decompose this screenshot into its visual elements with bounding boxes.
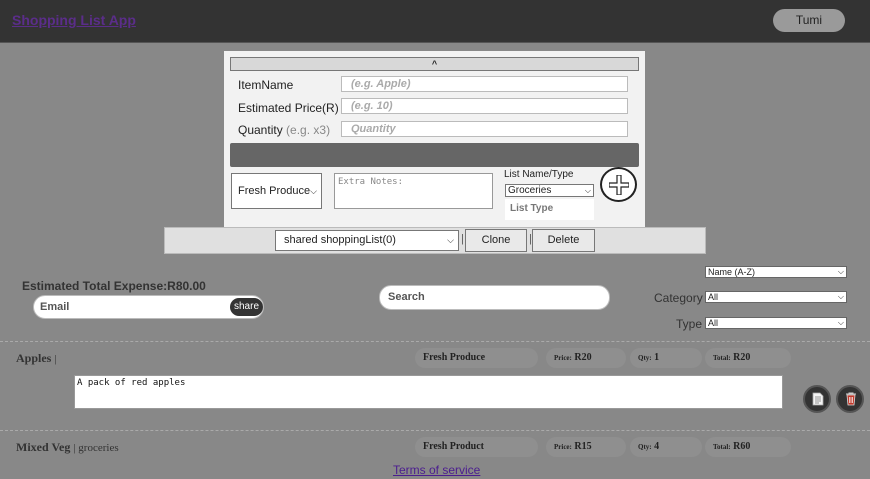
- total-expense-label: Estimated Total Expense:: [22, 279, 168, 293]
- quantity-input[interactable]: Quantity: [341, 121, 628, 137]
- list-toolbar: shared shoppingList(0) ⌵ | Clone | Delet…: [164, 227, 706, 254]
- note-icon: [812, 392, 824, 406]
- item-qty: Qty: 1: [630, 348, 702, 368]
- qty-value: 1: [654, 352, 660, 363]
- search-input[interactable]: Search: [379, 285, 610, 310]
- price-label: Price:: [554, 354, 572, 362]
- category-filter-label: Category: [654, 291, 703, 305]
- chevron-down-icon: ⌵: [837, 292, 844, 301]
- list-type-input[interactable]: List Type: [505, 199, 594, 220]
- sort-select[interactable]: Name (A-Z) ⌵: [705, 266, 847, 278]
- item-list-type: |: [54, 353, 57, 365]
- list-name-label: List Name/Type: [504, 169, 574, 180]
- app-header: Shopping List App Tumi: [0, 0, 870, 43]
- item-name[interactable]: Mixed Veg | groceries: [16, 440, 119, 455]
- list-type-select[interactable]: Groceries ⌵: [505, 184, 594, 197]
- total-label: Total:: [713, 443, 731, 451]
- type-filter-select[interactable]: All ⌵: [705, 317, 847, 329]
- collapse-button[interactable]: ^: [230, 57, 639, 71]
- price-value: R15: [574, 441, 592, 452]
- price-label: Estimated Price(R): [238, 101, 339, 115]
- quantity-hint: (e.g. x3): [286, 123, 331, 137]
- divider: [0, 430, 870, 431]
- share-button[interactable]: share: [230, 298, 263, 316]
- total-value: R20: [733, 352, 751, 363]
- price-label: Price:: [554, 443, 572, 451]
- chevron-down-icon: ⌵: [837, 267, 844, 276]
- add-item-button[interactable]: [600, 167, 637, 202]
- category-filter-value: All: [708, 292, 719, 302]
- item-list-type: | groceries: [73, 442, 119, 454]
- qty-label: Qty:: [638, 354, 652, 362]
- qty-label: Qty:: [638, 443, 652, 451]
- chevron-down-icon: ⌵: [837, 318, 844, 327]
- total-label: Total:: [713, 354, 731, 362]
- item-notes[interactable]: A pack of red apples: [74, 375, 783, 409]
- shared-list-select-value: shared shoppingList(0): [284, 234, 396, 246]
- submit-bar[interactable]: [230, 143, 639, 167]
- app-title-link[interactable]: Shopping List App: [12, 12, 136, 28]
- separator: |: [461, 233, 464, 245]
- category-select-value: Fresh Produce: [238, 185, 311, 197]
- type-filter-value: All: [708, 318, 719, 328]
- item-category: Fresh Product: [415, 437, 538, 457]
- item-name-label: ItemName: [238, 78, 294, 92]
- list-type-select-value: Groceries: [508, 185, 552, 196]
- price-value: R20: [574, 352, 592, 363]
- category-filter-select[interactable]: All ⌵: [705, 291, 847, 303]
- chevron-down-icon: ⌵: [447, 235, 454, 245]
- item-name-input[interactable]: (e.g. Apple): [341, 76, 628, 92]
- edit-button[interactable]: [803, 385, 831, 413]
- item-name-text: Mixed Veg: [16, 440, 71, 454]
- plus-icon: [609, 175, 629, 195]
- terms-of-service-link[interactable]: Terms of service: [393, 463, 480, 477]
- notes-textarea[interactable]: Extra Notes:: [334, 173, 493, 209]
- item-name-text: Apples: [16, 351, 52, 365]
- chevron-down-icon: ⌵: [584, 186, 591, 195]
- total-expense: Estimated Total Expense:R80.00: [22, 279, 206, 293]
- item-qty: Qty: 4: [630, 437, 702, 457]
- item-category: Fresh Produce: [415, 348, 538, 368]
- add-item-panel: ^ ItemName (e.g. Apple) Estimated Price(…: [224, 51, 645, 227]
- total-expense-value: R80.00: [167, 279, 206, 293]
- item-total: Total: R60: [705, 437, 791, 457]
- trash-icon: [846, 392, 856, 406]
- quantity-label-text: Quantity: [238, 123, 283, 137]
- user-button[interactable]: Tumi: [773, 9, 845, 32]
- item-price: Price: R20: [546, 348, 626, 368]
- price-input[interactable]: (e.g. 10): [341, 98, 628, 114]
- item-total: Total: R20: [705, 348, 791, 368]
- delete-button[interactable]: Delete: [532, 229, 595, 252]
- shared-list-select[interactable]: shared shoppingList(0) ⌵: [275, 230, 459, 251]
- qty-value: 4: [654, 441, 660, 452]
- item-name[interactable]: Apples |: [16, 351, 57, 366]
- divider: [0, 341, 870, 342]
- delete-item-button[interactable]: [836, 385, 864, 413]
- sort-select-value: Name (A-Z): [708, 267, 755, 277]
- clone-button[interactable]: Clone: [465, 229, 527, 252]
- quantity-label: Quantity (e.g. x3): [238, 123, 330, 137]
- type-filter-label: Type: [676, 317, 703, 331]
- category-select[interactable]: Fresh Produce ⌵: [231, 173, 322, 209]
- item-price: Price: R15: [546, 437, 626, 457]
- total-value: R60: [733, 441, 751, 452]
- chevron-down-icon: ⌵: [310, 186, 317, 196]
